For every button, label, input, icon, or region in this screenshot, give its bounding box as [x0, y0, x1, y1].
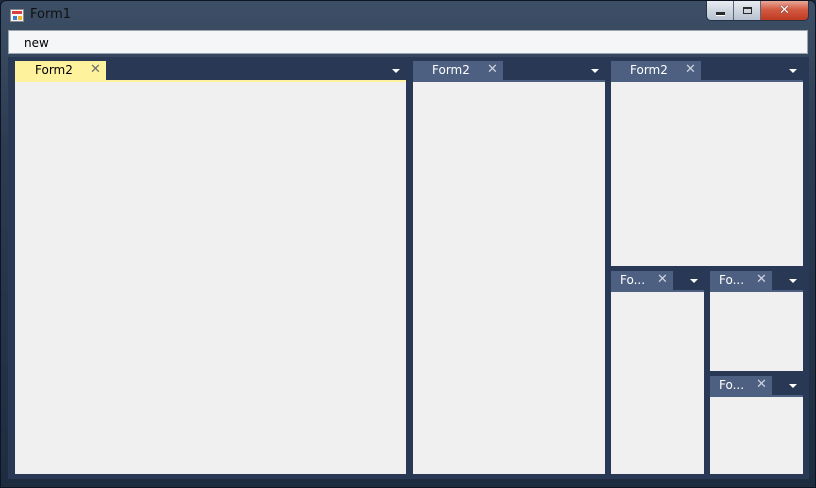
- main-window: Form1 ✕ new Form2 ✕ Form2 ✕ Form2 ✕ Fo..…: [0, 0, 816, 488]
- document-tab-2[interactable]: Form2 ✕: [413, 61, 503, 80]
- chevron-down-icon[interactable]: [789, 279, 797, 283]
- tab-label: Form2: [432, 63, 470, 77]
- tab-close-icon[interactable]: ✕: [657, 271, 668, 289]
- chevron-down-icon[interactable]: [690, 279, 698, 283]
- maximize-icon: [742, 7, 752, 14]
- window-controls: ✕: [706, 1, 809, 21]
- menu-item-new[interactable]: new: [24, 36, 49, 50]
- document-tab-5[interactable]: Fo... ✕: [710, 271, 772, 290]
- document-content-3: [611, 82, 803, 266]
- document-pane-4: Fo... ✕: [611, 271, 704, 474]
- document-pane-2: Form2 ✕: [413, 61, 605, 474]
- document-content-5: [710, 292, 803, 371]
- tab-close-icon[interactable]: ✕: [685, 61, 696, 79]
- tab-close-icon[interactable]: ✕: [487, 61, 498, 79]
- menu-bar: new: [8, 30, 808, 54]
- tab-label: Fo...: [719, 273, 745, 287]
- close-button[interactable]: ✕: [761, 1, 808, 20]
- dock-panel: Form2 ✕ Form2 ✕ Form2 ✕ Fo... ✕ Fo... ✕ …: [8, 57, 809, 479]
- chevron-down-icon[interactable]: [789, 69, 797, 73]
- tab-close-icon[interactable]: ✕: [756, 271, 767, 289]
- close-icon: ✕: [779, 3, 790, 18]
- tab-close-icon[interactable]: ✕: [756, 376, 767, 394]
- document-pane-6: Fo... ✕: [710, 376, 803, 474]
- app-icon[interactable]: [10, 9, 24, 22]
- chevron-down-icon[interactable]: [591, 69, 599, 73]
- document-content-6: [710, 397, 803, 474]
- minimize-button[interactable]: [707, 1, 734, 20]
- document-content-1: [15, 82, 406, 474]
- document-tab-1[interactable]: Form2 ✕: [15, 61, 106, 80]
- document-content-2: [413, 82, 605, 474]
- tab-label: Form2: [35, 63, 73, 77]
- tab-label: Fo...: [719, 378, 745, 392]
- chevron-down-icon[interactable]: [392, 69, 400, 73]
- document-pane-5: Fo... ✕: [710, 271, 803, 371]
- chevron-down-icon[interactable]: [789, 384, 797, 388]
- title-bar[interactable]: Form1 ✕: [1, 1, 815, 29]
- tab-close-icon[interactable]: ✕: [90, 61, 101, 79]
- document-tab-4[interactable]: Fo... ✕: [611, 271, 673, 290]
- tab-label: Form2: [630, 63, 668, 77]
- document-tab-6[interactable]: Fo... ✕: [710, 376, 772, 395]
- document-pane-1: Form2 ✕: [15, 61, 406, 474]
- document-pane-3: Form2 ✕: [611, 61, 803, 266]
- document-tab-3[interactable]: Form2 ✕: [611, 61, 701, 80]
- maximize-button[interactable]: [734, 1, 761, 20]
- minimize-icon: [715, 11, 725, 15]
- window-title: Form1: [30, 7, 72, 22]
- tab-label: Fo...: [620, 273, 646, 287]
- document-content-4: [611, 292, 704, 474]
